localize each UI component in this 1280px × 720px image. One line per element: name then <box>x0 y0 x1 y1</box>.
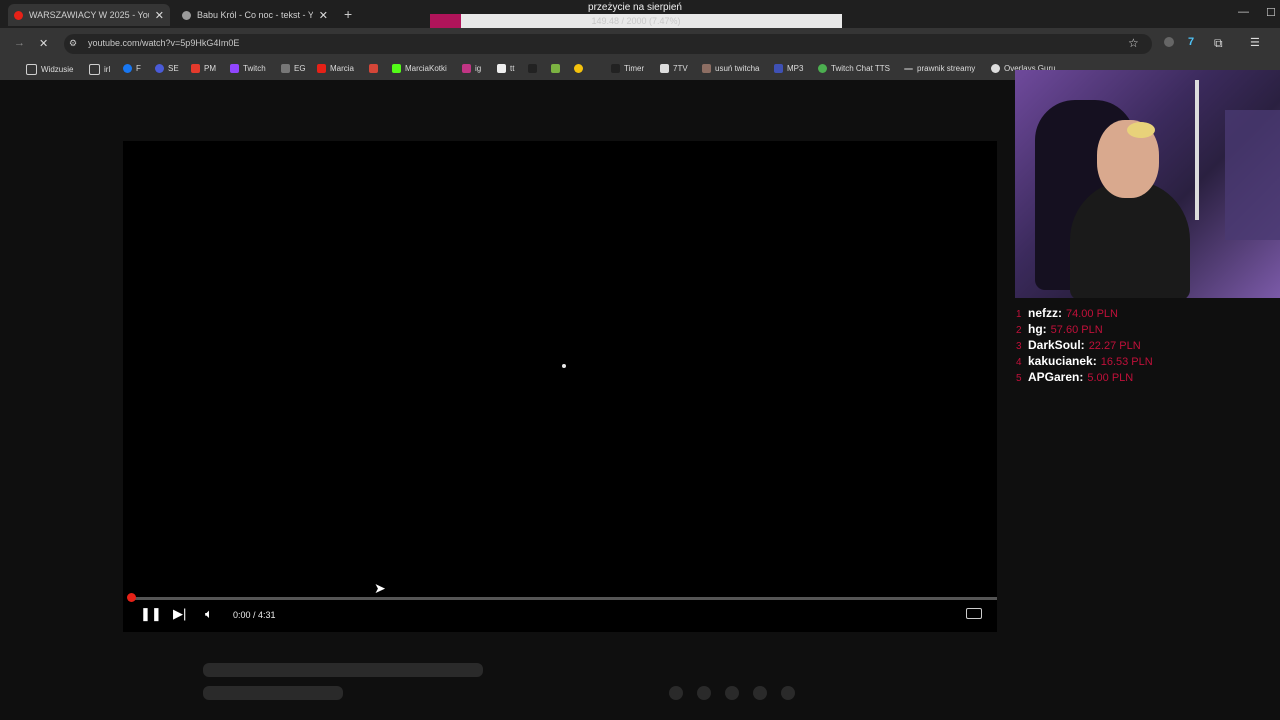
url-text[interactable]: youtube.com/watch?v=5p9HkG4Im0E <box>88 38 239 48</box>
timer-icon <box>611 64 620 73</box>
bookmark-timer[interactable]: Timer <box>611 64 644 73</box>
bookmark-emoji[interactable] <box>574 64 587 73</box>
bookmark-tt[interactable]: tt <box>497 64 514 73</box>
gmail-icon <box>369 64 378 73</box>
action-skeleton <box>725 686 739 700</box>
bookmark-f[interactable]: F <box>123 64 141 73</box>
webcam-overlay <box>1015 70 1280 298</box>
7tv-icon <box>660 64 669 73</box>
eg-icon <box>281 64 290 73</box>
minimize-icon[interactable]: — <box>1238 6 1249 18</box>
2c-icon <box>774 64 783 73</box>
youtube-icon <box>317 64 326 73</box>
leaderboard-row: 2 hg: 57.60 PLN <box>1016 322 1103 336</box>
globe-icon <box>182 10 191 20</box>
tab-label: Babu Król - Co noc - tekst - You <box>197 10 313 20</box>
bookmark-x[interactable] <box>528 64 541 73</box>
bookmark-7tv[interactable]: 7TV <box>660 64 688 73</box>
channel-skeleton <box>203 686 343 700</box>
video-progress-bar[interactable] <box>131 597 997 600</box>
title-skeleton <box>203 663 483 677</box>
goal-title: przeżycie na sierpień <box>588 2 682 13</box>
instagram-icon <box>462 64 471 73</box>
se-icon <box>155 64 164 73</box>
subtitles-icon[interactable] <box>966 608 982 619</box>
folder-icon <box>89 64 100 75</box>
folder-icon <box>26 64 37 75</box>
bookmark-se[interactable]: SE <box>155 64 179 73</box>
leaderboard-row: 5 APGaren: 5.00 PLN <box>1016 370 1134 384</box>
forward-icon[interactable]: → <box>14 37 25 49</box>
pause-icon[interactable]: ❚❚ <box>140 606 162 622</box>
k-icon <box>392 64 401 73</box>
video-player[interactable] <box>123 141 997 632</box>
bookmark-usun-twitcha[interactable]: usuń twitcha <box>702 64 759 73</box>
maximize-icon[interactable]: ☐ <box>1266 6 1276 19</box>
tts-icon <box>818 64 827 73</box>
bookmark-eg[interactable]: EG <box>281 64 306 73</box>
next-icon[interactable]: ▶| <box>173 606 186 622</box>
bookmark-twitch-chat-tts[interactable]: Twitch Chat TTS <box>818 64 890 73</box>
mouse-cursor-icon: ➤ <box>374 580 386 596</box>
hair-clip <box>1127 122 1155 138</box>
bookmark-ig[interactable]: ig <box>462 64 481 73</box>
dash-icon <box>904 67 913 70</box>
bookmark-widzusie[interactable]: Widzusie <box>26 64 73 75</box>
emoji-icon <box>574 64 583 73</box>
goal-progress-bar: 149.48 / 2000 (7.47%) <box>430 14 842 29</box>
volume-icon[interactable]: 🔈︎ <box>205 606 213 622</box>
bookmark-image[interactable] <box>551 64 564 73</box>
bottle-icon <box>702 64 711 73</box>
youtube-icon <box>14 10 23 20</box>
leaderboard-row: 3 DarkSoul: 22.27 PLN <box>1016 338 1141 352</box>
shelf <box>1225 110 1280 240</box>
leaderboard-row: 4 kakucianek: 16.53 PLN <box>1016 354 1153 368</box>
globe-icon <box>991 64 1000 73</box>
action-skeleton <box>753 686 767 700</box>
video-time: 0:00 / 4:31 <box>233 610 276 620</box>
stop-loading-icon[interactable]: ✕ <box>39 37 48 50</box>
bookmark-marcia[interactable]: Marcia <box>317 64 354 73</box>
leaderboard-row: 1 nefzz: 74.00 PLN <box>1016 306 1118 320</box>
new-tab-icon[interactable]: + <box>344 6 352 22</box>
site-settings-icon[interactable]: ⚙ <box>69 38 77 49</box>
action-skeleton <box>669 686 683 700</box>
bookmark-twitch[interactable]: Twitch <box>230 64 266 73</box>
menu-icon[interactable]: ☰ <box>1250 36 1260 49</box>
tab-babu-krol[interactable]: Babu Król - Co noc - tekst - You ✕ <box>176 4 334 26</box>
image-icon <box>551 64 560 73</box>
bookmark-marciakotki[interactable]: MarciaKotki <box>392 64 447 73</box>
action-skeleton <box>781 686 795 700</box>
facebook-icon <box>123 64 132 73</box>
ring-light-stand <box>1195 80 1199 220</box>
goal-progress-text: 149.48 / 2000 (7.47%) <box>591 16 681 26</box>
x-icon <box>528 64 537 73</box>
extensions-puzzle-icon[interactable]: ⧉ <box>1214 36 1223 51</box>
tiktok-icon <box>497 64 506 73</box>
bookmark-prawnik-streamy[interactable]: prawnik streamy <box>904 64 975 73</box>
scrubber-handle[interactable] <box>127 593 136 602</box>
tip-leaderboard: 1 nefzz: 74.00 PLN 2 hg: 57.60 PLN 3 DarkSoul… <box>1016 306 1276 386</box>
bookmark-star-icon[interactable]: ☆ <box>1128 36 1139 50</box>
7tv-extension-icon[interactable]: 7 <box>1188 36 1194 48</box>
extension-icon[interactable] <box>1164 37 1174 47</box>
bookmark-mp3[interactable]: MP3 <box>774 64 803 73</box>
bookmark-gmail[interactable] <box>369 64 382 73</box>
action-skeleton <box>697 686 711 700</box>
twitch-icon <box>230 64 239 73</box>
pm-icon <box>191 64 200 73</box>
close-icon[interactable]: ✕ <box>319 9 328 22</box>
tab-label: WARSZAWIACY W 2025 - YouTu <box>29 10 149 20</box>
bookmark-irl[interactable]: irl <box>89 64 110 75</box>
loading-spinner-icon <box>562 364 566 368</box>
bookmark-pm[interactable]: PM <box>191 64 216 73</box>
tab-warszawiacy[interactable]: WARSZAWIACY W 2025 - YouTu ✕ <box>8 4 170 26</box>
close-icon[interactable]: ✕ <box>155 9 164 22</box>
